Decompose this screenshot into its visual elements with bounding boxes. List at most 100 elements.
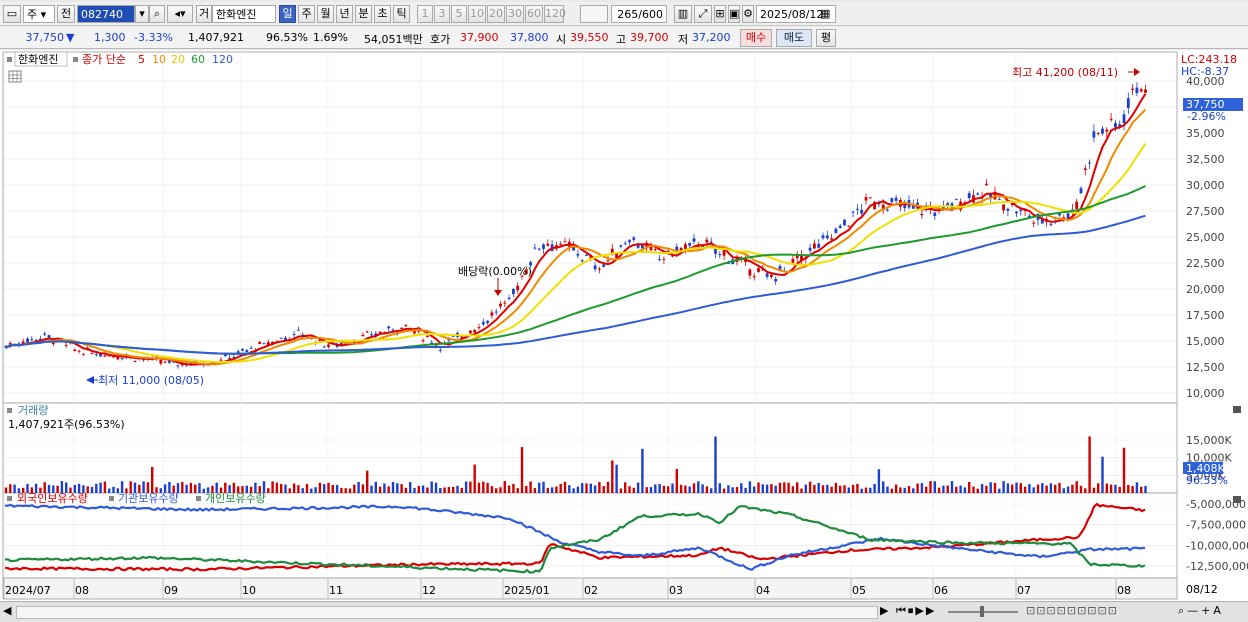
candle-body — [774, 278, 778, 282]
volume-bar — [490, 486, 494, 493]
search-icon[interactable]: ⌕ — [149, 5, 165, 23]
price-axis-label: 35,000 — [1186, 127, 1225, 140]
save-icon[interactable]: ▣ — [728, 5, 740, 23]
scroll-track[interactable] — [16, 606, 878, 619]
candle-body — [825, 235, 829, 239]
volume-bar — [378, 486, 382, 493]
scroll-right-icon[interactable]: ▶ — [880, 604, 888, 617]
volume-bar — [374, 481, 377, 493]
volume-bar — [632, 487, 635, 493]
zoom-thumb[interactable] — [980, 606, 984, 617]
candle-body — [598, 268, 601, 270]
candle-body — [361, 334, 365, 337]
candle-body — [838, 225, 842, 228]
interval-button[interactable]: 10 — [468, 5, 486, 23]
volume-bar — [426, 487, 429, 493]
volume-bar — [1032, 487, 1035, 493]
volume-bar — [473, 464, 476, 493]
volume-bar — [731, 487, 734, 493]
stock-code-input[interactable]: 082740 — [77, 5, 135, 23]
inst-button[interactable]: 거 — [196, 5, 212, 23]
interval-button[interactable]: 30 — [506, 5, 524, 23]
period-button[interactable]: 년 — [336, 5, 353, 23]
all-button[interactable]: 전 — [57, 5, 75, 23]
eval-button[interactable]: 평 — [816, 29, 836, 47]
volume-bar — [916, 483, 919, 493]
volume-bar — [90, 486, 94, 493]
market-dropdown[interactable]: 주 ▾ — [23, 5, 55, 23]
period-button[interactable]: 주 — [298, 5, 315, 23]
table-toggle-icon[interactable] — [8, 70, 22, 83]
volume-bar — [344, 488, 347, 493]
tool-icons[interactable]: ⊡⊡⊡⊡⊡⊡⊡⊡⊡ — [1026, 604, 1118, 617]
close-holdings-icon[interactable] — [1233, 496, 1241, 503]
volume-bar — [920, 483, 924, 493]
period-button[interactable]: 월 — [317, 5, 334, 23]
playback-controls[interactable]: ⏮⏹▶▶ — [896, 604, 936, 618]
candle-icon[interactable]: ▥ — [674, 5, 692, 23]
window-icon[interactable]: ▭ — [3, 5, 21, 23]
buy-button[interactable]: 매수 — [740, 29, 772, 47]
volume-bar — [185, 484, 188, 493]
period-button[interactable]: 초 — [374, 5, 391, 23]
volume-bar — [546, 488, 549, 493]
institution-legend: 기관보유수량 — [118, 492, 179, 505]
volume-bar — [963, 487, 967, 493]
period-button[interactable]: 일 — [279, 5, 296, 23]
volume-bar — [667, 486, 670, 493]
interval-button[interactable]: 20 — [487, 5, 505, 23]
volume-bar — [589, 483, 592, 493]
calendar-icon[interactable]: ▦ — [820, 7, 830, 20]
candle-body — [1049, 223, 1053, 225]
volume-bar — [1131, 485, 1134, 493]
interval-button[interactable]: 3 — [434, 5, 450, 23]
gear-icon[interactable]: ⚙ — [742, 5, 754, 23]
volume-bar — [335, 485, 339, 493]
interval-button[interactable]: 120 — [544, 5, 566, 23]
candle-body — [1139, 89, 1143, 92]
horizontal-scrollbar[interactable]: ◀ ▶ ⏮⏹▶▶ ⊡⊡⊡⊡⊡⊡⊡⊡⊡ ⌕—+A — [0, 601, 1248, 622]
volume-bar — [439, 488, 442, 493]
candle-body — [404, 325, 408, 327]
empty-dropdown[interactable] — [580, 5, 608, 23]
count-input[interactable]: 265/600 — [611, 5, 667, 23]
volume-bar — [112, 486, 115, 493]
interval-button[interactable]: 1 — [417, 5, 433, 23]
price-axis-label: 17,500 — [1186, 309, 1225, 322]
close-panel-icon[interactable] — [1233, 406, 1241, 413]
compare-icon[interactable]: ⊞ — [714, 5, 726, 23]
interval-button[interactable]: 5 — [451, 5, 467, 23]
candle-body — [378, 331, 382, 333]
volume-bar — [559, 483, 562, 493]
candle-body — [499, 303, 502, 307]
scroll-left-icon[interactable]: ◀ — [3, 604, 11, 617]
ma60-label: 60 — [191, 53, 205, 66]
stock-chart[interactable]: 40,00037,50035,00032,50030,00027,50025,0… — [0, 50, 1248, 601]
volume-bar — [194, 484, 197, 493]
volume-bar — [826, 484, 829, 493]
candle-body — [82, 354, 85, 356]
candle-body — [1092, 131, 1096, 138]
candle-body — [1019, 209, 1023, 212]
chevron-down-icon[interactable]: ▾ — [135, 5, 149, 23]
candle-body — [985, 183, 988, 186]
volume-bar — [727, 485, 730, 493]
zoom-icons[interactable]: ⌕—+A — [1178, 604, 1224, 618]
volume-bar — [460, 487, 463, 493]
volume-bar — [512, 483, 515, 493]
interval-button[interactable]: 60 — [525, 5, 543, 23]
volume-bar — [886, 486, 889, 493]
period-button[interactable]: 분 — [355, 5, 372, 23]
sell-button[interactable]: 매도 — [776, 29, 812, 47]
volume-bar — [409, 482, 412, 493]
period-button[interactable]: 틱 — [393, 5, 410, 23]
volume-bar — [1079, 485, 1083, 493]
price-axis-label: 27,500 — [1186, 205, 1225, 218]
volume-bar — [353, 484, 356, 493]
pattern-icon[interactable]: ⤢ — [694, 5, 712, 23]
candle-body — [1088, 162, 1091, 164]
candle-body — [851, 211, 855, 213]
volume-bar — [817, 483, 820, 493]
volume-bar — [697, 481, 700, 493]
speaker-icon[interactable]: ◂▾ — [167, 5, 193, 23]
